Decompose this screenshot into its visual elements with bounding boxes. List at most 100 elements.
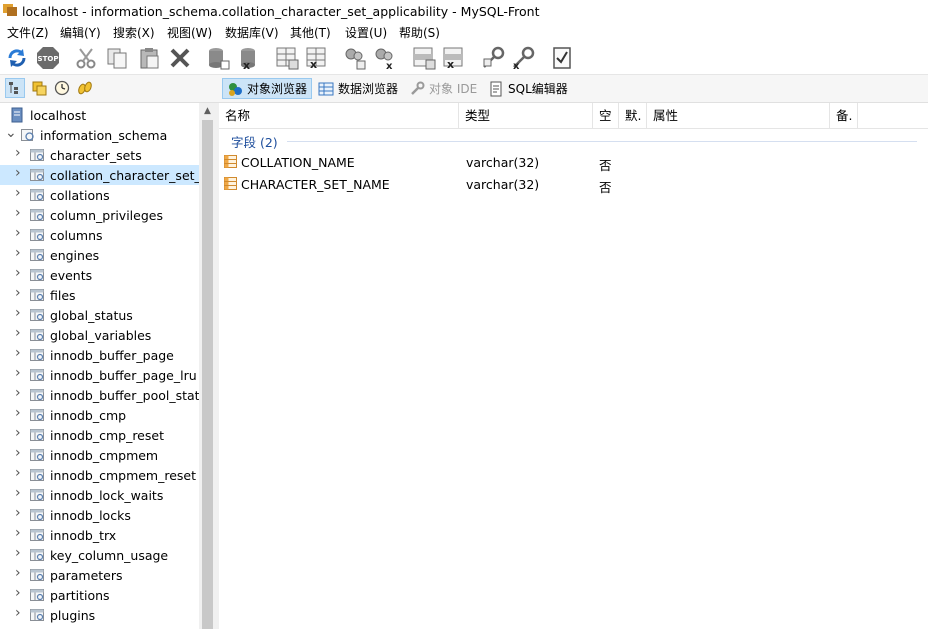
chevron-right-icon[interactable]: › — [15, 285, 21, 301]
tree-item-table[interactable]: › innodb_buffer_page_lru — [0, 365, 199, 385]
tree-item-table[interactable]: › events — [0, 265, 199, 285]
col-header-comment[interactable]: 备. — [830, 103, 858, 128]
table-add-icon[interactable] — [274, 45, 300, 71]
chevron-right-icon[interactable]: › — [15, 225, 21, 241]
chevron-right-icon[interactable]: › — [15, 345, 21, 361]
tree-item-table[interactable]: › parameters — [0, 565, 199, 585]
chevron-down-icon[interactable]: ⌄ — [5, 125, 17, 141]
favorites-icon[interactable] — [29, 78, 49, 98]
tree-item-table[interactable]: › innodb_buffer_page — [0, 345, 199, 365]
cut-icon[interactable] — [73, 45, 99, 71]
tab-object-browser[interactable]: 对象浏览器 — [222, 78, 313, 99]
menu-edit[interactable]: 编辑(Y) — [60, 24, 101, 41]
tree-item-table[interactable]: › innodb_lock_waits — [0, 485, 199, 505]
tree-view-icon[interactable] — [5, 78, 25, 98]
chevron-right-icon[interactable]: › — [15, 145, 21, 161]
tree-item-table[interactable]: › global_variables — [0, 325, 199, 345]
chevron-right-icon[interactable]: › — [15, 605, 21, 621]
menu-search[interactable]: 搜索(X) — [113, 24, 155, 41]
scroll-up-icon[interactable]: ▲ — [199, 103, 216, 120]
chevron-right-icon[interactable]: › — [15, 465, 21, 481]
menu-view[interactable]: 视图(W) — [167, 24, 212, 41]
tree-item-table[interactable]: › files — [0, 285, 199, 305]
tree-item-table[interactable]: › character_sets — [0, 145, 199, 165]
history-icon[interactable] — [52, 78, 72, 98]
chevron-right-icon[interactable]: › — [15, 485, 21, 501]
field-icon — [224, 155, 237, 168]
tree-item-table[interactable]: › innodb_cmpmem_reset — [0, 465, 199, 485]
chevron-right-icon[interactable]: › — [15, 525, 21, 541]
table-delete-icon[interactable]: x — [304, 45, 330, 71]
chevron-right-icon[interactable]: › — [15, 585, 21, 601]
chevron-right-icon[interactable]: › — [15, 265, 21, 281]
database-add-icon[interactable] — [205, 45, 231, 71]
tab-object-ide[interactable]: 对象 IDE — [405, 78, 481, 99]
tree-item-table[interactable]: › plugins — [0, 605, 199, 625]
chevron-right-icon[interactable]: › — [15, 385, 21, 401]
tree-item-table[interactable]: › engines — [0, 245, 199, 265]
menu-file[interactable]: 文件(Z) — [7, 24, 49, 41]
menu-database[interactable]: 数据库(V) — [225, 24, 279, 41]
tree-item-table[interactable]: › innodb_trx — [0, 525, 199, 545]
copy-icon[interactable] — [104, 45, 130, 71]
chevron-right-icon[interactable]: › — [15, 405, 21, 421]
col-header-null[interactable]: 空 — [593, 103, 619, 128]
tree-item-table[interactable]: › column_privileges — [0, 205, 199, 225]
tree-item-table[interactable]: › innodb_cmp — [0, 405, 199, 425]
scroll-thumb[interactable] — [202, 120, 213, 629]
field-add-icon[interactable] — [411, 45, 437, 71]
chevron-right-icon[interactable]: › — [15, 365, 21, 381]
tree-item-table[interactable]: › key_column_usage — [0, 545, 199, 565]
delete-icon[interactable] — [167, 45, 193, 71]
col-header-type[interactable]: 类型 — [459, 103, 593, 128]
sql-editor-icon — [490, 81, 502, 96]
col-header-default[interactable]: 默. — [619, 103, 647, 128]
tree-item-table[interactable]: › partitions — [0, 585, 199, 605]
chevron-right-icon[interactable]: › — [15, 505, 21, 521]
tree-item-table[interactable]: › innodb_cmpmem — [0, 445, 199, 465]
tree-item-table[interactable]: › innodb_cmp_reset — [0, 425, 199, 445]
tree-item-table[interactable]: › columns — [0, 225, 199, 245]
chevron-right-icon[interactable]: › — [15, 245, 21, 261]
table-row[interactable]: CHARACTER_SET_NAME varchar(32) 否 — [219, 173, 928, 195]
user-add-icon[interactable] — [342, 45, 368, 71]
chevron-right-icon[interactable]: › — [15, 165, 21, 181]
col-header-name[interactable]: 名称 — [219, 103, 459, 128]
field-name: CHARACTER_SET_NAME — [241, 177, 390, 192]
chevron-right-icon[interactable]: › — [15, 445, 21, 461]
navigation-tree[interactable]: localhost ⌄ information_schema › character_s… — [0, 103, 216, 629]
refresh-icon[interactable] — [4, 45, 30, 71]
table-row[interactable]: COLLATION_NAME varchar(32) 否 — [219, 151, 928, 173]
menu-settings[interactable]: 设置(U) — [345, 24, 387, 41]
chevron-right-icon[interactable]: › — [15, 545, 21, 561]
key-add-icon[interactable] — [480, 45, 506, 71]
stop-icon[interactable]: STOP — [35, 45, 61, 71]
chevron-right-icon[interactable]: › — [15, 305, 21, 321]
chevron-right-icon[interactable]: › — [15, 205, 21, 221]
chevron-right-icon[interactable]: › — [15, 185, 21, 201]
paste-icon[interactable] — [136, 45, 162, 71]
tree-item-table[interactable]: › collation_character_set_ap — [0, 165, 216, 185]
key-delete-icon[interactable]: x — [510, 45, 536, 71]
tab-data-browser[interactable]: 数据浏览器 — [314, 78, 402, 99]
tree-item-database[interactable]: ⌄ information_schema — [0, 125, 199, 145]
database-delete-icon[interactable]: x — [235, 45, 261, 71]
tree-item-table[interactable]: › collations — [0, 185, 199, 205]
tree-item-table[interactable]: › global_status — [0, 305, 199, 325]
tab-sql-editor[interactable]: SQL编辑器 — [484, 78, 572, 99]
tab-object-browser-label: 对象浏览器 — [247, 82, 308, 96]
menu-other[interactable]: 其他(T) — [290, 24, 331, 41]
menu-help[interactable]: 帮助(S) — [399, 24, 440, 41]
tree-scrollbar[interactable]: ▲ — [199, 103, 216, 629]
col-header-attributes[interactable]: 属性 — [647, 103, 830, 128]
chevron-right-icon[interactable]: › — [15, 565, 21, 581]
snippets-icon[interactable] — [75, 78, 95, 98]
tree-item-table[interactable]: › innodb_locks — [0, 505, 199, 525]
tree-item-table[interactable]: › innodb_buffer_pool_stats — [0, 385, 206, 405]
chevron-right-icon[interactable]: › — [15, 425, 21, 441]
tree-item-host[interactable]: localhost — [0, 105, 199, 125]
user-delete-icon[interactable]: x — [372, 45, 398, 71]
field-delete-icon[interactable]: x — [441, 45, 467, 71]
chevron-right-icon[interactable]: › — [15, 325, 21, 341]
checklist-icon[interactable] — [549, 45, 575, 71]
